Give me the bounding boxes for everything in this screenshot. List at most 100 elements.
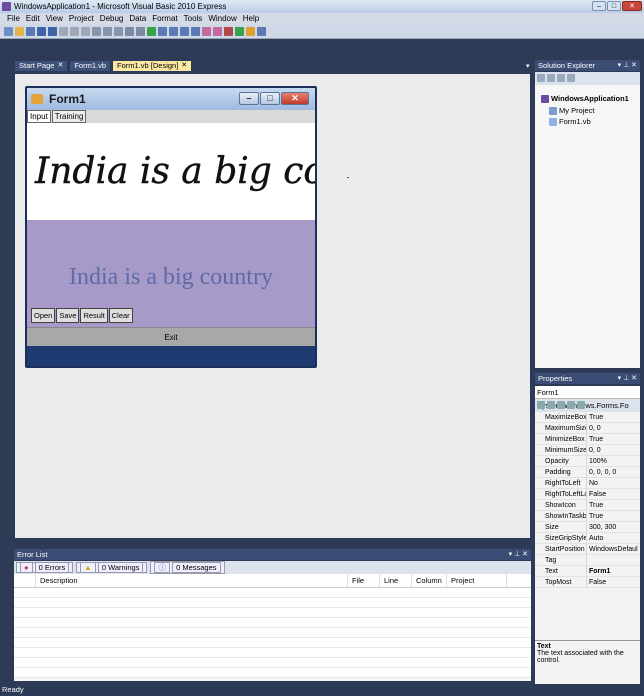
toolbox-icon[interactable]	[224, 27, 233, 36]
property-value[interactable]: True	[587, 434, 640, 444]
form-close-button[interactable]: ✕	[281, 92, 309, 105]
warnings-filter[interactable]: ▲ 0 Warnings	[76, 562, 148, 573]
menu-data[interactable]: Data	[126, 13, 149, 25]
undo-icon[interactable]	[125, 27, 134, 36]
align-left-icon[interactable]	[169, 27, 178, 36]
panel-pin-close-icon[interactable]: ▾ ⊥ ✕	[618, 60, 637, 71]
column-file[interactable]: File	[348, 574, 380, 587]
open-file-icon[interactable]	[15, 27, 24, 36]
property-row[interactable]: Opacity 100%	[535, 456, 640, 467]
menu-debug[interactable]: Debug	[97, 13, 127, 25]
properties-view-icon[interactable]	[557, 401, 565, 409]
pause-icon[interactable]	[158, 27, 167, 36]
property-row[interactable]: ShowIcon True	[535, 500, 640, 511]
errors-filter[interactable]: ● 0 Errors	[16, 562, 74, 573]
save-icon[interactable]	[37, 27, 46, 36]
redo-icon[interactable]	[136, 27, 145, 36]
result-button[interactable]: Result	[80, 308, 108, 323]
property-row[interactable]: StartPosition WindowsDefaul	[535, 544, 640, 555]
copy-icon[interactable]	[70, 27, 79, 36]
minimize-button[interactable]: –	[592, 1, 606, 11]
form-maximize-button[interactable]: □	[260, 92, 280, 105]
open-button[interactable]: Open	[31, 308, 56, 323]
tree-item-form1[interactable]: Form1.vb	[549, 117, 591, 126]
property-value[interactable]: 0, 0	[587, 445, 640, 455]
column-column[interactable]: Column	[412, 574, 447, 587]
property-row[interactable]: RightToLeftLa False	[535, 489, 640, 500]
panel-pin-close-icon[interactable]: ▾ ⊥ ✕	[618, 373, 637, 384]
comment-icon[interactable]	[103, 27, 112, 36]
toolbar-options-icon[interactable]	[257, 27, 266, 36]
object-selector[interactable]: Form1 System.Windows.Forms.Fo	[535, 386, 640, 410]
save-all-icon[interactable]	[48, 27, 57, 36]
property-value[interactable]: 100%	[587, 456, 640, 466]
property-row[interactable]: MaximizeBox True	[535, 412, 640, 423]
align-right-icon[interactable]	[191, 27, 200, 36]
close-tab-icon[interactable]: ✕	[181, 60, 187, 72]
uncomment-icon[interactable]	[114, 27, 123, 36]
menu-edit[interactable]: Edit	[23, 13, 43, 25]
property-row[interactable]: MinimumSize 0, 0	[535, 445, 640, 456]
column-project[interactable]: Project	[447, 574, 507, 587]
new-project-icon[interactable]	[4, 27, 13, 36]
property-value[interactable]: 0, 0	[587, 423, 640, 433]
tab-form1-vb[interactable]: Form1.vb	[69, 60, 112, 72]
close-button[interactable]: ✕	[622, 1, 642, 11]
column-description[interactable]: Description	[36, 574, 348, 587]
object-browser-icon[interactable]	[235, 27, 244, 36]
menu-window[interactable]: Window	[205, 13, 239, 25]
tab-form1-design[interactable]: Form1.vb [Design] ✕	[112, 60, 193, 72]
property-row[interactable]: ShowInTaskb True	[535, 511, 640, 522]
tab-dropdown-icon[interactable]: ▾	[526, 62, 530, 70]
categorized-icon[interactable]	[537, 401, 545, 409]
property-value[interactable]: Form1	[587, 566, 640, 576]
form-minimize-button[interactable]: –	[239, 92, 259, 105]
panel-pin-close-icon[interactable]: ▾ ⊥ ✕	[509, 549, 528, 560]
tab-training[interactable]: Training	[51, 110, 87, 123]
start-debugging-icon[interactable]	[147, 27, 156, 36]
property-value[interactable]: True	[587, 500, 640, 510]
property-value[interactable]: Auto	[587, 533, 640, 543]
menu-view[interactable]: View	[43, 13, 66, 25]
menu-file[interactable]: File	[4, 13, 23, 25]
properties-tool-icon[interactable]	[537, 74, 545, 82]
menu-project[interactable]: Project	[66, 13, 97, 25]
property-row[interactable]: RightToLeft No	[535, 478, 640, 489]
cut-icon[interactable]	[59, 27, 68, 36]
tree-item-project[interactable]: WindowsApplication1	[541, 94, 629, 103]
alphabetical-icon[interactable]	[547, 401, 555, 409]
paste-icon[interactable]	[81, 27, 90, 36]
messages-filter[interactable]: ⓘ 0 Messages	[150, 561, 225, 574]
property-row[interactable]: Padding 0, 0, 0, 0	[535, 467, 640, 478]
maximize-button[interactable]: □	[607, 1, 621, 11]
property-row[interactable]: MaximumSize 0, 0	[535, 423, 640, 434]
close-tab-icon[interactable]: ✕	[57, 60, 63, 72]
column-line[interactable]: Line	[380, 574, 412, 587]
property-row[interactable]: Tag	[535, 555, 640, 566]
find-icon[interactable]	[92, 27, 101, 36]
tree-item-my-project[interactable]: My Project	[549, 106, 594, 115]
property-value[interactable]: No	[587, 478, 640, 488]
property-row[interactable]: Text Form1	[535, 566, 640, 577]
align-center-icon[interactable]	[180, 27, 189, 36]
start-page-icon[interactable]	[246, 27, 255, 36]
save-button[interactable]: Save	[56, 308, 80, 323]
property-value[interactable]: WindowsDefaul	[587, 544, 640, 554]
exit-button[interactable]: Exit	[27, 327, 315, 346]
property-value[interactable]: True	[587, 511, 640, 521]
view-code-icon[interactable]	[557, 74, 565, 82]
property-value[interactable]	[587, 555, 640, 565]
property-value[interactable]: False	[587, 577, 640, 587]
menu-tools[interactable]: Tools	[181, 13, 206, 25]
tab-start-page[interactable]: Start Page ✕	[14, 60, 69, 72]
tab-input[interactable]: Input	[27, 110, 51, 123]
menu-help[interactable]: Help	[240, 13, 262, 25]
property-row[interactable]: SizeGripStyle Auto	[535, 533, 640, 544]
property-value[interactable]: 0, 0, 0, 0	[587, 467, 640, 477]
menu-format[interactable]: Format	[149, 13, 180, 25]
properties-icon[interactable]	[213, 27, 222, 36]
events-icon[interactable]	[567, 401, 575, 409]
show-all-files-icon[interactable]	[547, 74, 555, 82]
view-designer-icon[interactable]	[567, 74, 575, 82]
property-value[interactable]: 300, 300	[587, 522, 640, 532]
